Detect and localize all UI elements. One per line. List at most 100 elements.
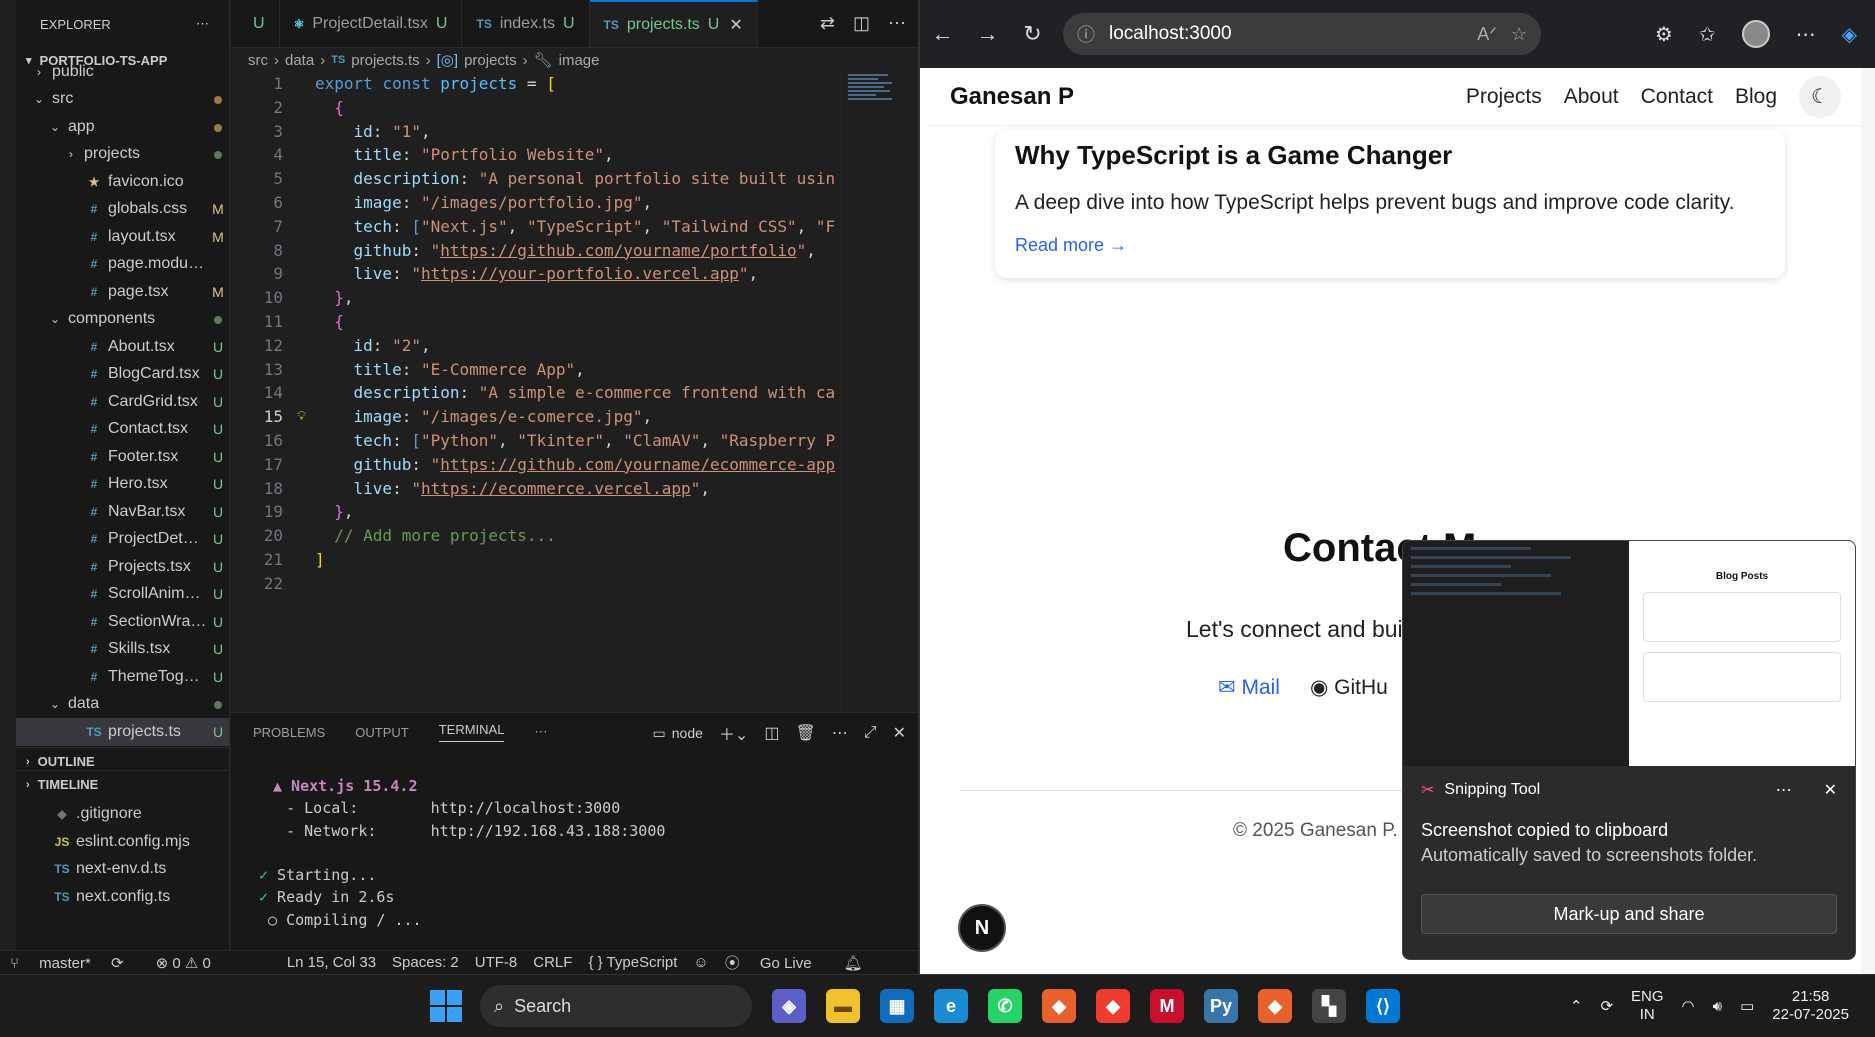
code-line[interactable]: 5 description: "A personal portfolio sit…: [231, 167, 839, 191]
tree-item[interactable]: TS next.config.ts: [16, 883, 229, 911]
tree-item[interactable]: ⌄ components: [16, 306, 229, 334]
address-bar[interactable]: ⓘ localhost:3000 Aᐟ ☆: [1063, 13, 1541, 55]
code-line[interactable]: 1 export const projects = [: [231, 72, 839, 96]
more-actions-icon[interactable]: ⋯: [1776, 780, 1792, 800]
more-actions-icon[interactable]: ⋯: [534, 724, 547, 740]
nav-projects[interactable]: Projects: [1466, 85, 1542, 109]
favorite-star-icon[interactable]: ☆: [1511, 24, 1527, 45]
code-line[interactable]: 4 title: "Portfolio Website",: [231, 143, 839, 167]
breadcrumb-item[interactable]: src: [248, 52, 268, 69]
tab-terminal[interactable]: TERMINAL: [438, 722, 505, 742]
compare-icon[interactable]: ⇄: [820, 13, 835, 34]
tree-item[interactable]: # NavBar.tsx U: [16, 498, 229, 526]
tree-item[interactable]: # Projects.tsx U: [16, 553, 229, 581]
tree-item[interactable]: › public: [16, 58, 229, 86]
tree-item[interactable]: ★ favicon.ico: [16, 168, 229, 196]
add-terminal-icon[interactable]: ＋⌄: [719, 721, 748, 745]
read-more-link[interactable]: Read more →: [1015, 235, 1765, 256]
tree-item[interactable]: # About.tsx U: [16, 333, 229, 361]
read-aloud-icon[interactable]: Aᐟ: [1477, 24, 1497, 45]
brave-alt-icon[interactable]: ◆: [1258, 989, 1292, 1023]
tree-item[interactable]: # globals.css M: [16, 196, 229, 224]
battery-icon[interactable]: ▭: [1740, 997, 1754, 1015]
edge-browser-icon[interactable]: e: [934, 989, 968, 1023]
tab-index[interactable]: TS index.ts U: [462, 0, 590, 47]
code-line[interactable]: 19 },: [231, 500, 839, 524]
tree-item[interactable]: # ScrollAnimati... U: [16, 581, 229, 609]
favorites-icon[interactable]: ✩: [1699, 22, 1716, 47]
code-line[interactable]: 12 id: "2",: [231, 334, 839, 358]
close-icon[interactable]: ✕: [893, 723, 906, 743]
branch-indicator[interactable]: ⑂ master* ⟳: [10, 954, 140, 972]
clock[interactable]: 21:58 22-07-2025: [1772, 988, 1849, 1024]
sync-icon[interactable]: ⟳: [1600, 997, 1613, 1015]
brave-icon[interactable]: ◆: [1042, 989, 1076, 1023]
code-line[interactable]: 18 live: "https://ecommerce.vercel.app",: [231, 477, 839, 501]
forward-icon[interactable]: →: [965, 21, 1010, 47]
mcafee-icon[interactable]: M: [1150, 989, 1184, 1023]
encoding[interactable]: UTF-8: [475, 954, 518, 971]
code-line[interactable]: 22: [231, 572, 839, 596]
code-line[interactable]: 8 github: "https://github.com/yourname/p…: [231, 239, 839, 263]
nav-blog[interactable]: Blog: [1735, 85, 1777, 109]
tree-item[interactable]: ⌄ src: [16, 86, 229, 114]
extensions-icon[interactable]: ⚙︎: [1655, 22, 1673, 47]
code-line[interactable]: 20 // Add more projects...: [231, 524, 839, 548]
language-mode[interactable]: { } TypeScript: [588, 954, 677, 971]
code-line[interactable]: 11 {: [231, 310, 839, 334]
tree-item[interactable]: # page.tsx M: [16, 278, 229, 306]
tree-item[interactable]: # Hero.tsx U: [16, 471, 229, 499]
code-line[interactable]: 7 tech: ["Next.js", "TypeScript", "Tailw…: [231, 215, 839, 239]
tree-item[interactable]: TS projects.ts U: [16, 718, 229, 746]
lightbulb-icon[interactable]: 💡︎: [297, 405, 306, 429]
trash-icon[interactable]: 🗑︎: [795, 723, 815, 743]
whatsapp-icon[interactable]: ✆: [988, 989, 1022, 1023]
refresh-icon[interactable]: ↻: [1010, 21, 1055, 47]
tree-item[interactable]: TS next-env.d.ts: [16, 856, 229, 884]
theme-toggle-button[interactable]: ☾: [1799, 75, 1841, 118]
code-line[interactable]: 9 live: "https://your-portfolio.vercel.a…: [231, 262, 839, 286]
code-line[interactable]: 15 image: "/images/e-comerce.jpg", 💡︎: [231, 405, 839, 429]
avatar[interactable]: [1741, 20, 1770, 48]
page-scrollbar[interactable]: [1861, 68, 1875, 974]
tab-projects[interactable]: TS projects.ts U ✕: [589, 0, 758, 47]
code-line[interactable]: 6 image: "/images/portfolio.jpg",: [231, 191, 839, 215]
nav-about[interactable]: About: [1564, 85, 1619, 109]
go-live-button[interactable]: ⦿ Go Live: [725, 952, 828, 973]
terminal-output[interactable]: ▲ Next.js 15.4.2 - Local: http://localho…: [259, 775, 665, 931]
split-editor-icon[interactable]: ◫: [853, 13, 870, 34]
tree-item[interactable]: › projects: [16, 141, 229, 169]
wifi-icon[interactable]: ◠: [1682, 997, 1695, 1015]
tab-partial[interactable]: U: [231, 0, 280, 47]
breadcrumb-item[interactable]: projects.ts: [351, 52, 419, 69]
store-icon[interactable]: ▦: [880, 989, 914, 1023]
windows-start-icon[interactable]: [430, 990, 462, 1022]
github-link[interactable]: ◉ GitHu: [1310, 675, 1388, 700]
chevron-up-icon[interactable]: ⌃: [1570, 997, 1583, 1015]
markup-share-button[interactable]: Mark-up and share: [1421, 894, 1837, 934]
diamond-app-icon[interactable]: ◆: [1096, 989, 1130, 1023]
python-icon[interactable]: Py: [1204, 989, 1238, 1023]
breadcrumb-item[interactable]: projects: [464, 52, 517, 69]
tree-item[interactable]: ⌄ app: [16, 113, 229, 141]
language-indicator[interactable]: ENG IN: [1631, 988, 1664, 1024]
tab-projectdetail[interactable]: ⚛ ProjectDetail.tsx U: [280, 0, 463, 47]
tree-item[interactable]: # layout.tsx M: [16, 223, 229, 251]
back-icon[interactable]: ←: [920, 21, 965, 47]
tab-problems[interactable]: PROBLEMS: [253, 725, 325, 740]
code-line[interactable]: 17 github: "https://github.com/yourname/…: [231, 453, 839, 477]
code-line[interactable]: 13 title: "E-Commerce App",: [231, 358, 839, 382]
nextjs-dev-badge[interactable]: N: [958, 904, 1006, 952]
copilot-icon[interactable]: ☺: [693, 954, 708, 971]
code-line[interactable]: 21]: [231, 548, 839, 572]
code-line[interactable]: 16 tech: ["Python", "Tkinter", "ClamAV",…: [231, 429, 839, 453]
taskbar-search[interactable]: ⌕ Search: [480, 985, 752, 1027]
copilot-app-icon[interactable]: ◈: [772, 989, 806, 1023]
code-line[interactable]: 14 description: "A simple e-commerce fro…: [231, 381, 839, 405]
problems-indicator[interactable]: ⊗ 0 ⚠ 0: [156, 954, 211, 972]
volume-icon[interactable]: 🔊︎: [1713, 998, 1722, 1015]
tree-item[interactable]: # Contact.tsx U: [16, 416, 229, 444]
terminal-shell-label[interactable]: node: [672, 725, 703, 741]
code-line[interactable]: 10 },: [231, 286, 839, 310]
tree-item[interactable]: # page.module.css: [16, 251, 229, 279]
